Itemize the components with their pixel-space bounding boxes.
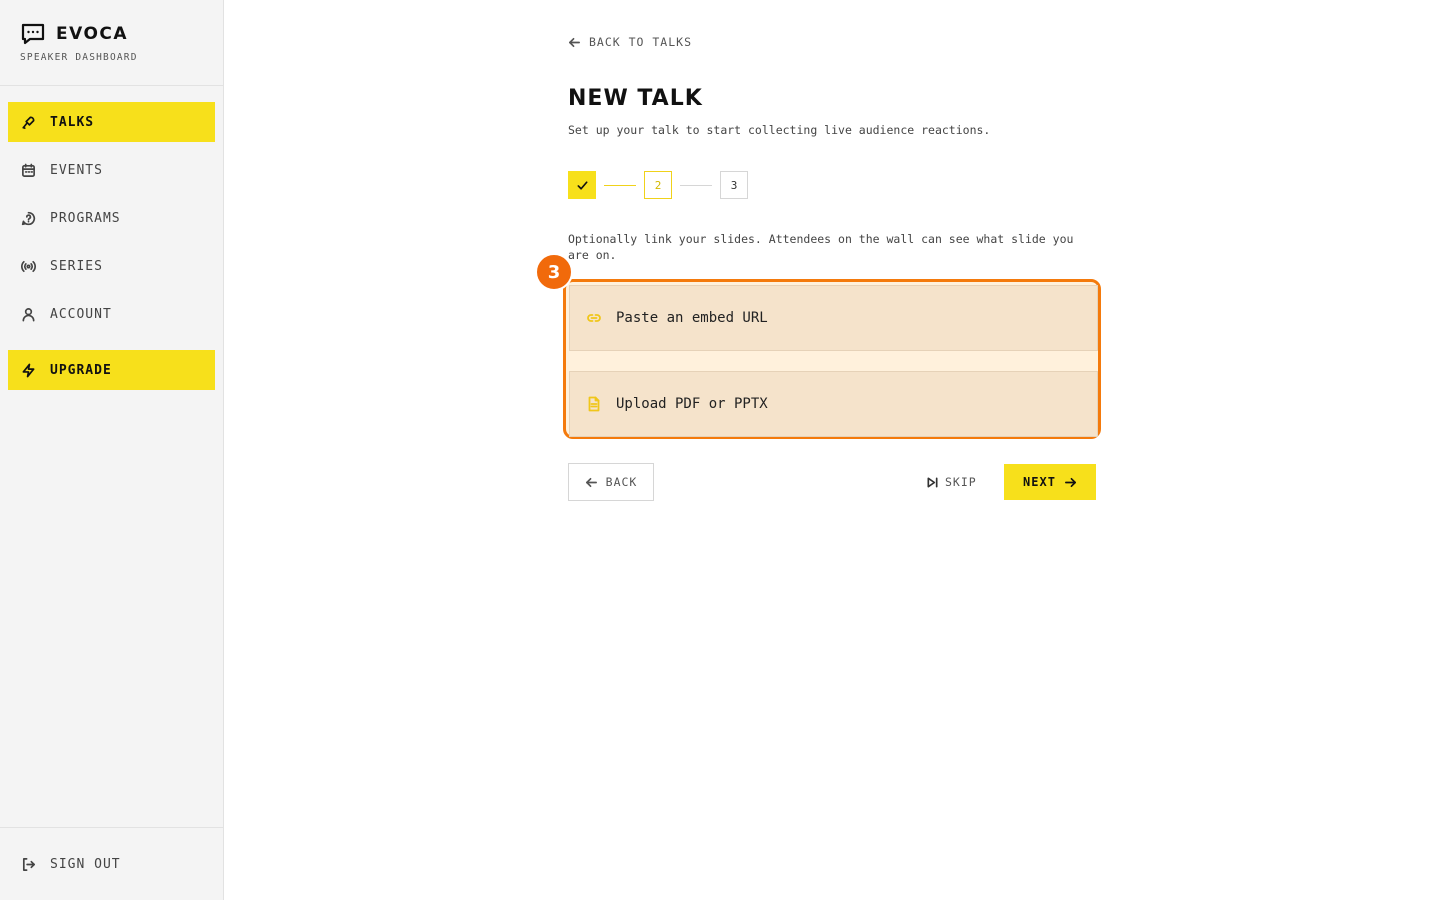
sidebar-item-label: UPGRADE (50, 362, 112, 378)
stepper: 2 3 (568, 171, 748, 199)
paste-embed-url-option[interactable]: Paste an embed URL (569, 285, 1098, 351)
sidebar-item-label: ACCOUNT (50, 306, 112, 322)
option-label: Paste an embed URL (616, 310, 768, 326)
sidebar-item-upgrade[interactable]: UPGRADE (8, 350, 215, 390)
calendar-icon (20, 162, 36, 178)
next-button-label: NEXT (1023, 475, 1056, 489)
page-title: NEW TALK (568, 86, 703, 111)
step-connector (680, 184, 712, 186)
divider (0, 85, 223, 86)
back-button-label: BACK (605, 475, 638, 489)
page-subtitle: Set up your talk to start collecting liv… (568, 123, 991, 137)
step-1-complete (568, 171, 596, 199)
skip-button[interactable]: SKIP (926, 463, 977, 501)
skip-button-label: SKIP (945, 475, 977, 489)
slides-instruction: Optionally link your slides. Attendees o… (568, 232, 1074, 262)
sign-out-button[interactable]: SIGN OUT (8, 844, 215, 884)
sidebar-item-series[interactable]: SERIES (8, 246, 215, 286)
step-3-upcoming: 3 (720, 171, 748, 199)
option-label: Upload PDF or PPTX (616, 396, 768, 412)
sidebar-item-label: EVENTS (50, 162, 103, 178)
lightning-icon (20, 362, 36, 378)
sidebar-item-label: TALKS (50, 114, 95, 130)
back-button[interactable]: BACK (568, 463, 654, 501)
sign-out-icon (20, 856, 36, 872)
help-circle-icon (20, 210, 36, 226)
broadcast-icon (20, 258, 36, 274)
check-icon (576, 179, 589, 192)
arrow-left-icon (568, 36, 581, 49)
next-button[interactable]: NEXT (1004, 464, 1096, 500)
slide-options-highlight: 3 Paste an embed URL Upload PDF or PPTX (535, 253, 1101, 439)
upload-pdf-pptx-option[interactable]: Upload PDF or PPTX (569, 371, 1098, 437)
arrow-left-icon (585, 476, 598, 489)
skip-forward-icon (926, 476, 939, 489)
document-icon (586, 396, 602, 412)
sidebar-item-programs[interactable]: PROGRAMS (8, 198, 215, 238)
sidebar-item-events[interactable]: EVENTS (8, 150, 215, 190)
brand-name: EVOCA (56, 24, 129, 44)
chat-bubble-icon (20, 22, 46, 46)
back-link-label: BACK TO TALKS (589, 35, 693, 49)
brand: EVOCA SPEAKER DASHBOARD (20, 22, 138, 63)
brand-subtitle: SPEAKER DASHBOARD (20, 52, 138, 63)
user-icon (20, 306, 36, 322)
sidebar-item-account[interactable]: ACCOUNT (8, 294, 215, 334)
link-icon (586, 310, 602, 326)
back-to-talks-link[interactable]: BACK TO TALKS (568, 35, 692, 49)
step-2-current: 2 (644, 171, 672, 199)
microphone-icon (20, 114, 36, 130)
arrow-right-icon (1064, 476, 1077, 489)
sidebar-item-talks[interactable]: TALKS (8, 102, 215, 142)
sidebar-item-label: SERIES (50, 258, 103, 274)
sidebar-item-label: SIGN OUT (50, 856, 121, 872)
sidebar: EVOCA SPEAKER DASHBOARD TALKS EVENTS PRO… (0, 0, 224, 900)
step-number-badge: 3 (535, 253, 573, 291)
divider (0, 827, 223, 828)
sidebar-item-label: PROGRAMS (50, 210, 121, 226)
step-connector (604, 184, 636, 186)
